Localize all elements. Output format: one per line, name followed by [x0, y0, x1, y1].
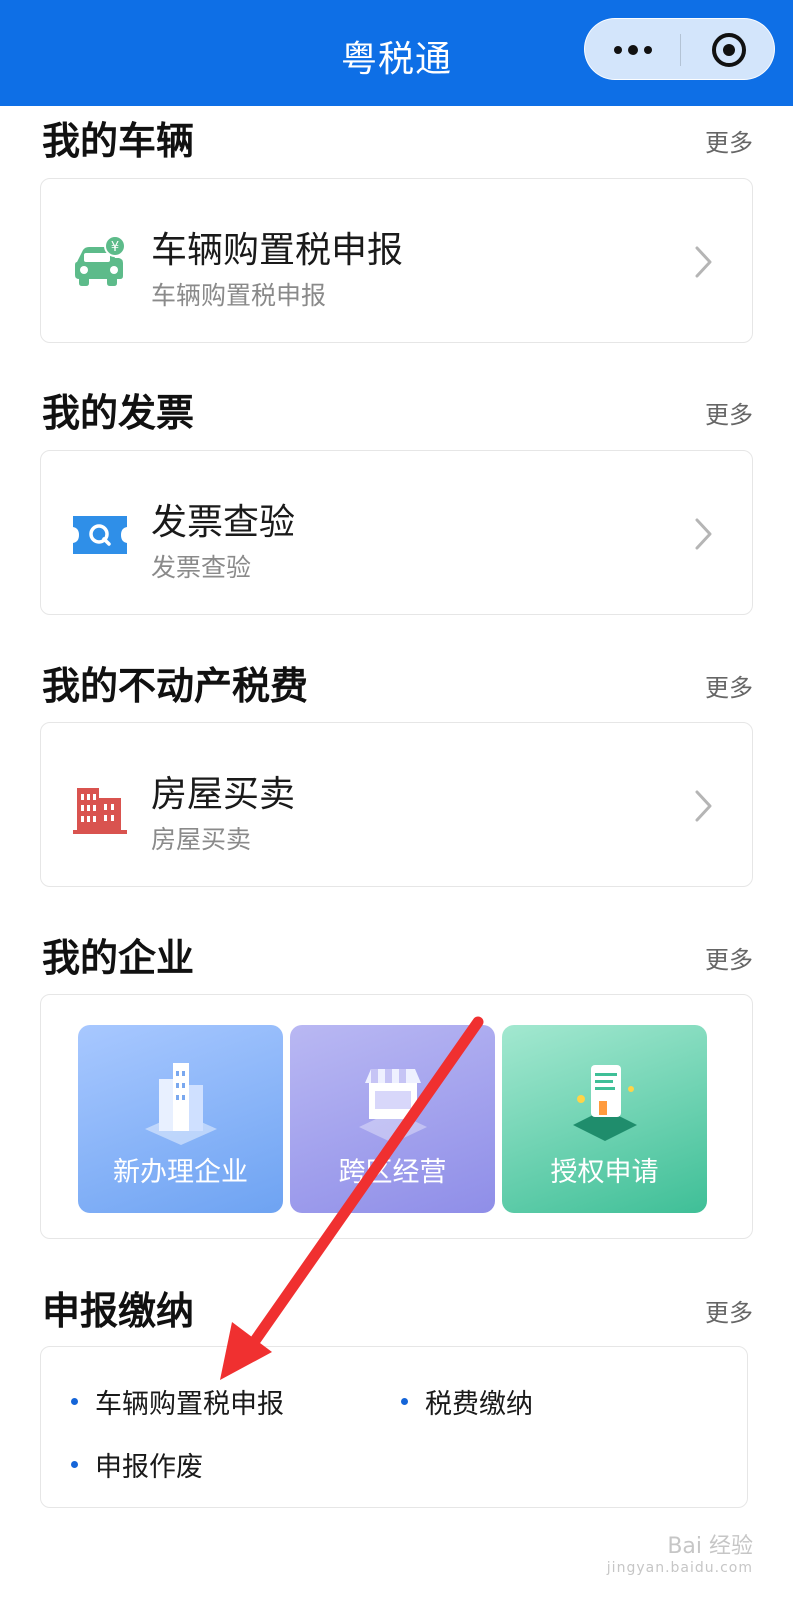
storefront-icon — [358, 1069, 427, 1143]
enterprise-tiles-card: 新办理企业 跨区经营 授权申请 — [40, 994, 753, 1239]
vehicle-item-title: 车辆购置税申报 — [151, 230, 404, 271]
invoice-more-link[interactable]: 更多 — [705, 395, 753, 430]
car-yuan-icon: ¥ — [75, 235, 126, 286]
property-item-title: 房屋买卖 — [151, 774, 296, 815]
section-title-property: 我的不动产税费 — [42, 664, 309, 708]
house-trade-card[interactable]: 房屋买卖 房屋买卖 — [40, 722, 753, 887]
bullet-dot — [71, 1398, 78, 1405]
tile-label: 新办理企业 — [113, 1157, 248, 1188]
declare-link-void[interactable]: 申报作废 — [71, 1445, 203, 1484]
bullet-dot — [401, 1398, 408, 1405]
chevron-right-icon — [695, 790, 712, 822]
section-title-vehicle: 我的车辆 — [42, 119, 195, 163]
declare-more-link[interactable]: 更多 — [705, 1293, 753, 1328]
tile-authorization[interactable]: 授权申请 — [502, 1025, 707, 1213]
enterprise-more-link[interactable]: 更多 — [705, 940, 753, 975]
watermark-url: jingyan.baidu.com — [606, 1560, 753, 1576]
section-title-enterprise: 我的企业 — [42, 936, 195, 980]
watermark-text: Bai 经验 — [667, 1534, 753, 1559]
declare-link-vehicle-tax[interactable]: 车辆购置税申报 — [71, 1382, 284, 1421]
section-title-invoice: 我的发票 — [42, 391, 195, 435]
chevron-right-icon — [695, 518, 712, 550]
target-close-icon[interactable] — [681, 19, 776, 81]
ticket-search-icon — [73, 516, 127, 554]
vehicle-more-link[interactable]: 更多 — [705, 123, 753, 158]
tile-label: 跨区经营 — [338, 1157, 447, 1188]
building-icon — [73, 788, 127, 834]
declare-link-label: 车辆购置税申报 — [95, 1389, 284, 1420]
vehicle-purchase-tax-card[interactable]: ¥ 车辆购置税申报 车辆购置税申报 — [40, 178, 753, 343]
tile-new-enterprise[interactable]: 新办理企业 — [78, 1025, 283, 1213]
baidu-watermark: Bai 经验 jingyan.baidu.com — [607, 1528, 753, 1576]
declare-link-tax-payment[interactable]: 税费缴纳 — [401, 1382, 533, 1421]
property-item-subtitle: 房屋买卖 — [151, 825, 252, 854]
phone-document-icon — [572, 1065, 637, 1141]
declare-link-label: 申报作废 — [95, 1452, 203, 1483]
more-dots-icon[interactable] — [585, 19, 680, 81]
declare-links-card: 车辆购置税申报 税费缴纳 申报作废 — [40, 1346, 748, 1508]
mini-program-capsule — [584, 18, 775, 80]
svg-text:¥: ¥ — [111, 240, 119, 255]
chevron-right-icon — [695, 246, 712, 278]
invoice-item-subtitle: 发票查验 — [151, 553, 252, 582]
property-more-link[interactable]: 更多 — [705, 668, 753, 703]
vehicle-item-subtitle: 车辆购置税申报 — [151, 281, 327, 310]
section-title-declare: 申报缴纳 — [42, 1289, 195, 1333]
declare-link-label: 税费缴纳 — [425, 1389, 533, 1420]
city-buildings-icon — [144, 1063, 217, 1145]
bullet-dot — [71, 1461, 78, 1468]
invoice-check-card[interactable]: 发票查验 发票查验 — [40, 450, 753, 615]
top-bar: 粤税通 — [0, 0, 793, 106]
tile-label: 授权申请 — [550, 1157, 659, 1188]
tile-cross-region[interactable]: 跨区经营 — [290, 1025, 495, 1213]
invoice-item-title: 发票查验 — [151, 502, 296, 543]
